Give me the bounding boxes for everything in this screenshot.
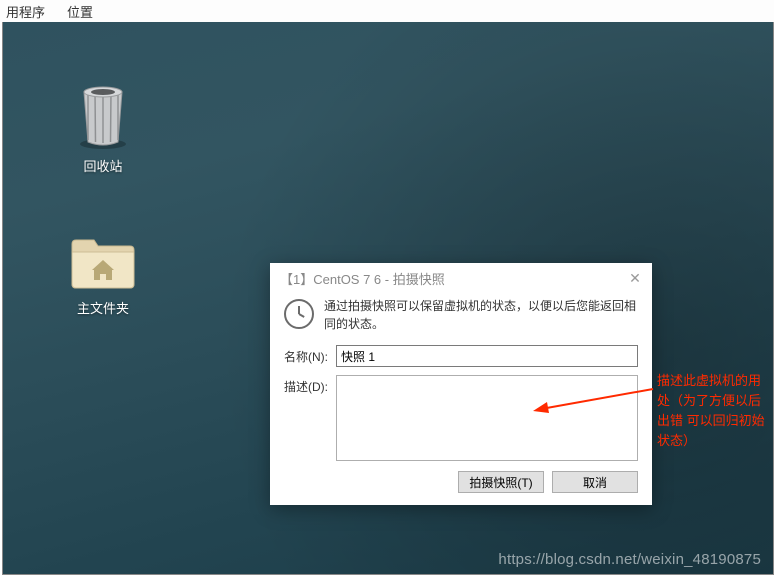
name-row: 名称(N): — [284, 345, 638, 367]
dialog-info-text: 通过拍摄快照可以保留虚拟机的状态，以便以后您能返回相同的状态。 — [324, 297, 638, 333]
name-label: 名称(N): — [284, 345, 336, 365]
close-icon[interactable]: ✕ — [626, 269, 644, 287]
desktop-icon-trash[interactable]: 回收站 — [58, 80, 148, 175]
snapshot-dialog: 【1】CentOS 7 6 - 拍摄快照 ✕ 通过拍摄快照可以保留虚拟机的状态，… — [270, 263, 652, 505]
description-row: 描述(D): — [284, 375, 638, 461]
menubar: 用程序 位置 — [0, 0, 774, 22]
description-input[interactable] — [336, 375, 638, 461]
menu-places[interactable]: 位置 — [67, 2, 93, 21]
dialog-button-row: 拍摄快照(T) 取消 — [284, 471, 638, 493]
clock-icon — [284, 299, 314, 329]
dialog-body: 通过拍摄快照可以保留虚拟机的状态，以便以后您能返回相同的状态。 名称(N): 描… — [270, 293, 652, 505]
description-label: 描述(D): — [284, 375, 336, 395]
take-snapshot-button[interactable]: 拍摄快照(T) — [458, 471, 544, 493]
dialog-title-text: 【1】CentOS 7 6 - 拍摄快照 — [280, 269, 445, 288]
home-label: 主文件夹 — [58, 298, 148, 317]
watermark: https://blog.csdn.net/weixin_48190875 — [498, 551, 761, 568]
cancel-button[interactable]: 取消 — [552, 471, 638, 493]
viewport: 回收站 主文件夹 https://blog.csdn.net/weixin_48… — [2, 22, 774, 575]
dialog-info-row: 通过拍摄快照可以保留虚拟机的状态，以便以后您能返回相同的状态。 — [284, 297, 638, 333]
trash-label: 回收站 — [58, 156, 148, 175]
trash-icon — [72, 80, 134, 150]
desktop-icon-home[interactable]: 主文件夹 — [58, 234, 148, 317]
home-folder-icon — [68, 234, 138, 292]
annotation-text: 描述此虚拟机的用处（为了方便以后出错 可以回归初始状态） — [657, 371, 773, 452]
name-input[interactable] — [336, 345, 638, 367]
menu-applications[interactable]: 用程序 — [6, 2, 45, 21]
dialog-titlebar[interactable]: 【1】CentOS 7 6 - 拍摄快照 ✕ — [270, 263, 652, 293]
